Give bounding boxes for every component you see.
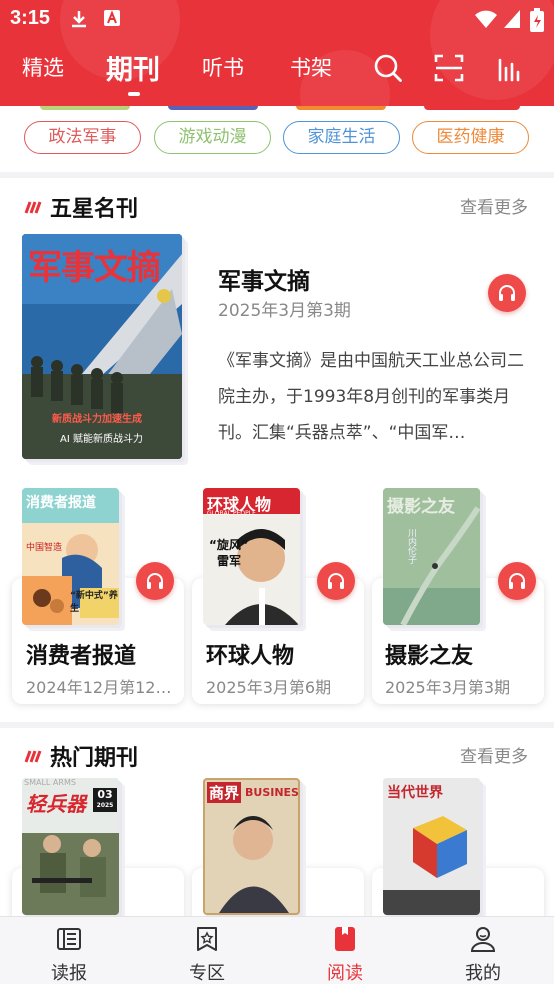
cover-masthead: 消费者报道 <box>26 495 96 511</box>
status-time: 3:15 <box>10 7 51 29</box>
tab-qikan[interactable]: 期刊 <box>106 48 160 87</box>
see-more-link[interactable]: 查看更多 <box>460 742 528 767</box>
bottom-tab-dubao[interactable]: 读报 <box>0 917 138 984</box>
listen-button[interactable] <box>498 562 536 600</box>
cover-masthead: 军事文摘 <box>28 248 161 288</box>
headphones-icon <box>499 285 515 301</box>
cover-masthead: 商界 <box>207 782 242 803</box>
signal-icon <box>504 10 520 28</box>
see-more-link[interactable]: 查看更多 <box>460 193 528 218</box>
headphones-icon <box>328 573 344 589</box>
bottom-tab-label: 读报 <box>51 963 87 984</box>
featured-title[interactable]: 军事文摘 <box>218 262 310 296</box>
tab-tingshu[interactable]: 听书 <box>202 52 244 82</box>
featured-cover[interactable]: 军事文摘 新质战斗力加速生成 AI 赋能新质战斗力 <box>22 234 182 459</box>
magazine-cover[interactable]: 当代世界 <box>383 778 480 915</box>
section-mark-icon <box>24 750 42 763</box>
cover-subtitle: GLOBAL PEOPLE <box>207 510 256 517</box>
magazine-title[interactable]: 摄影之友 <box>385 638 473 670</box>
category-tags: 政法军事 游戏动漫 家庭生活 医药健康 <box>0 106 554 172</box>
category-partial <box>424 106 520 110</box>
section-title: 五星名刊 <box>22 191 138 223</box>
active-tab-indicator <box>128 92 140 96</box>
bottom-tab-zhuanqu[interactable]: 专区 <box>138 917 276 984</box>
category-partial <box>40 106 130 110</box>
newspaper-icon <box>57 928 81 950</box>
headphones-icon <box>509 573 525 589</box>
magazine-cover[interactable]: 商界 BUSINESS <box>203 778 300 915</box>
status-bar: 3:15 <box>0 0 554 38</box>
hot-section: 热门期刊 查看更多 SMALL ARMS 轻兵器 03 2025 商界 BUSI… <box>0 728 554 916</box>
cover-subtitle: BUSINESS <box>245 786 299 799</box>
cover-headline: “新中式”养生 <box>70 591 118 614</box>
category-partial <box>168 106 258 110</box>
category-tag[interactable]: 医药健康 <box>412 121 529 154</box>
cover-headline: “旋风” <box>209 538 249 552</box>
bottom-nav: 读报 专区 阅读 我的 <box>0 916 554 984</box>
scan-icon[interactable] <box>433 52 465 84</box>
section-title-text: 五星名刊 <box>50 197 139 222</box>
tab-jingxuan[interactable]: 精选 <box>22 52 64 82</box>
listen-button[interactable] <box>488 274 526 312</box>
app-notification-icon <box>104 10 120 26</box>
download-icon <box>72 11 86 28</box>
bottom-tab-label: 阅读 <box>327 963 363 984</box>
rank-icon[interactable] <box>494 52 526 84</box>
magazine-cover[interactable]: 摄影之友 川内伦子 <box>383 488 480 625</box>
cover-masthead: 轻兵器 <box>26 792 86 816</box>
category-partial <box>296 106 386 110</box>
cover-headline: 川内伦子 <box>406 528 416 564</box>
cover-issue-number: 03 2025 <box>93 788 117 812</box>
cover-headline: AI 赋能新质战斗力 <box>60 434 143 445</box>
magazine-cover[interactable]: 消费者报道 中国智造 “新中式”养生 <box>22 488 119 625</box>
category-tag[interactable]: 家庭生活 <box>283 121 400 154</box>
magazine-title[interactable]: 环球人物 <box>206 638 294 670</box>
cover-headline: 雷军 <box>217 554 242 568</box>
category-tag[interactable]: 政法军事 <box>24 121 141 154</box>
cover-masthead: 当代世界 <box>387 785 443 801</box>
content-area: 政法军事 游戏动漫 家庭生活 医药健康 五星名刊 查看更多 军事文摘 新质战斗力… <box>0 106 554 916</box>
profile-icon <box>470 927 496 952</box>
section-title: 热门期刊 <box>22 740 138 772</box>
book-icon <box>335 927 355 951</box>
bottom-tab-yuedu[interactable]: 阅读 <box>276 917 414 984</box>
app-header: 3:15 精选 期刊 听书 书架 <box>0 0 554 106</box>
top-nav: 精选 期刊 听书 书架 <box>0 38 554 106</box>
section-title-text: 热门期刊 <box>50 746 139 771</box>
five-star-section: 五星名刊 查看更多 军事文摘 新质战斗力加速生成 AI 赋能新质战斗力 军事文摘… <box>0 178 554 722</box>
cover-headline: 新质战斗力加速生成 <box>52 414 142 425</box>
magazine-cover[interactable]: 环球人物 GLOBAL PEOPLE “旋风” 雷军 <box>203 488 300 625</box>
wifi-icon <box>475 10 497 28</box>
magazine-issue: 2025年3月第3期 <box>385 678 511 697</box>
magazine-cover[interactable]: SMALL ARMS 轻兵器 03 2025 <box>22 778 119 915</box>
magazine-title[interactable]: 消费者报道 <box>26 638 136 670</box>
cover-top-text: SMALL ARMS <box>24 778 76 787</box>
featured-issue: 2025年3月第3期 <box>218 301 351 321</box>
cover-headline: 中国智造 <box>26 543 63 553</box>
bottom-tab-label: 我的 <box>465 963 501 984</box>
search-icon[interactable] <box>372 52 404 84</box>
headphones-icon <box>147 573 163 589</box>
listen-button[interactable] <box>317 562 355 600</box>
battery-icon <box>530 8 544 32</box>
zone-icon <box>197 927 217 951</box>
bottom-tab-label: 专区 <box>189 963 225 984</box>
cover-masthead: 摄影之友 <box>387 497 455 517</box>
bottom-tab-wode[interactable]: 我的 <box>414 917 552 984</box>
listen-button[interactable] <box>136 562 174 600</box>
featured-description: 《军事文摘》是由中国航天工业总公司二院主办，于1993年8月创刊的军事类月刊。汇… <box>218 351 524 443</box>
magazine-issue: 2025年3月第6期 <box>206 678 332 697</box>
section-mark-icon <box>24 201 42 214</box>
category-tag[interactable]: 游戏动漫 <box>154 121 271 154</box>
magazine-issue: 2024年12月第12… <box>26 678 172 697</box>
tab-shujia[interactable]: 书架 <box>290 52 332 82</box>
